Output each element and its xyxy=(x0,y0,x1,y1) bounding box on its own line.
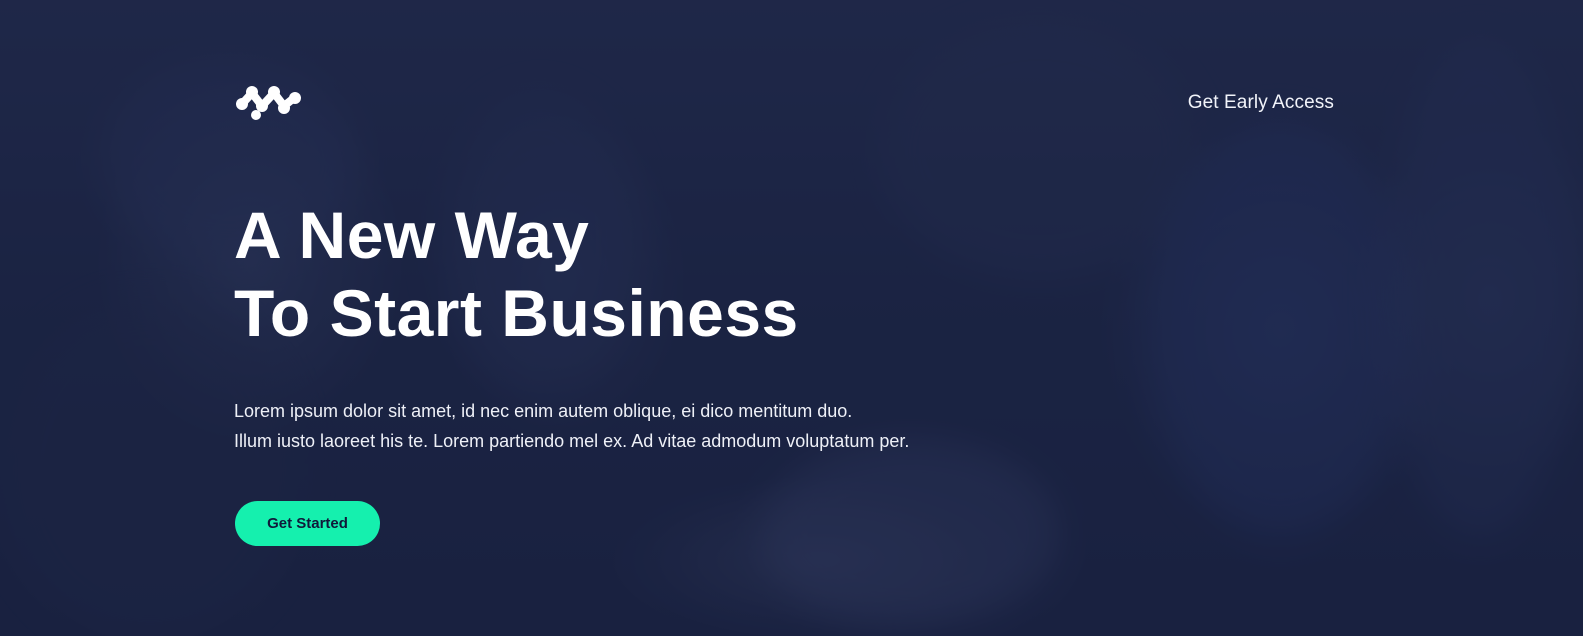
description-line-2: Illum iusto laoreet his te. Lorem partie… xyxy=(234,431,910,451)
hero-description: Lorem ipsum dolor sit amet, id nec enim … xyxy=(234,396,909,456)
hero-content: Get Early Access A New Way To Start Busi… xyxy=(0,0,1583,636)
hero-headline: A New Way To Start Business xyxy=(234,196,799,352)
get-early-access-link[interactable]: Get Early Access xyxy=(1188,92,1334,114)
brand-logo-icon[interactable] xyxy=(236,84,302,122)
description-line-1: Lorem ipsum dolor sit amet, id nec enim … xyxy=(234,401,853,421)
headline-line-1: A New Way xyxy=(234,198,590,272)
hero-section: Get Early Access A New Way To Start Busi… xyxy=(0,0,1583,636)
get-started-button[interactable]: Get Started xyxy=(235,501,380,546)
headline-line-2: To Start Business xyxy=(234,276,799,350)
